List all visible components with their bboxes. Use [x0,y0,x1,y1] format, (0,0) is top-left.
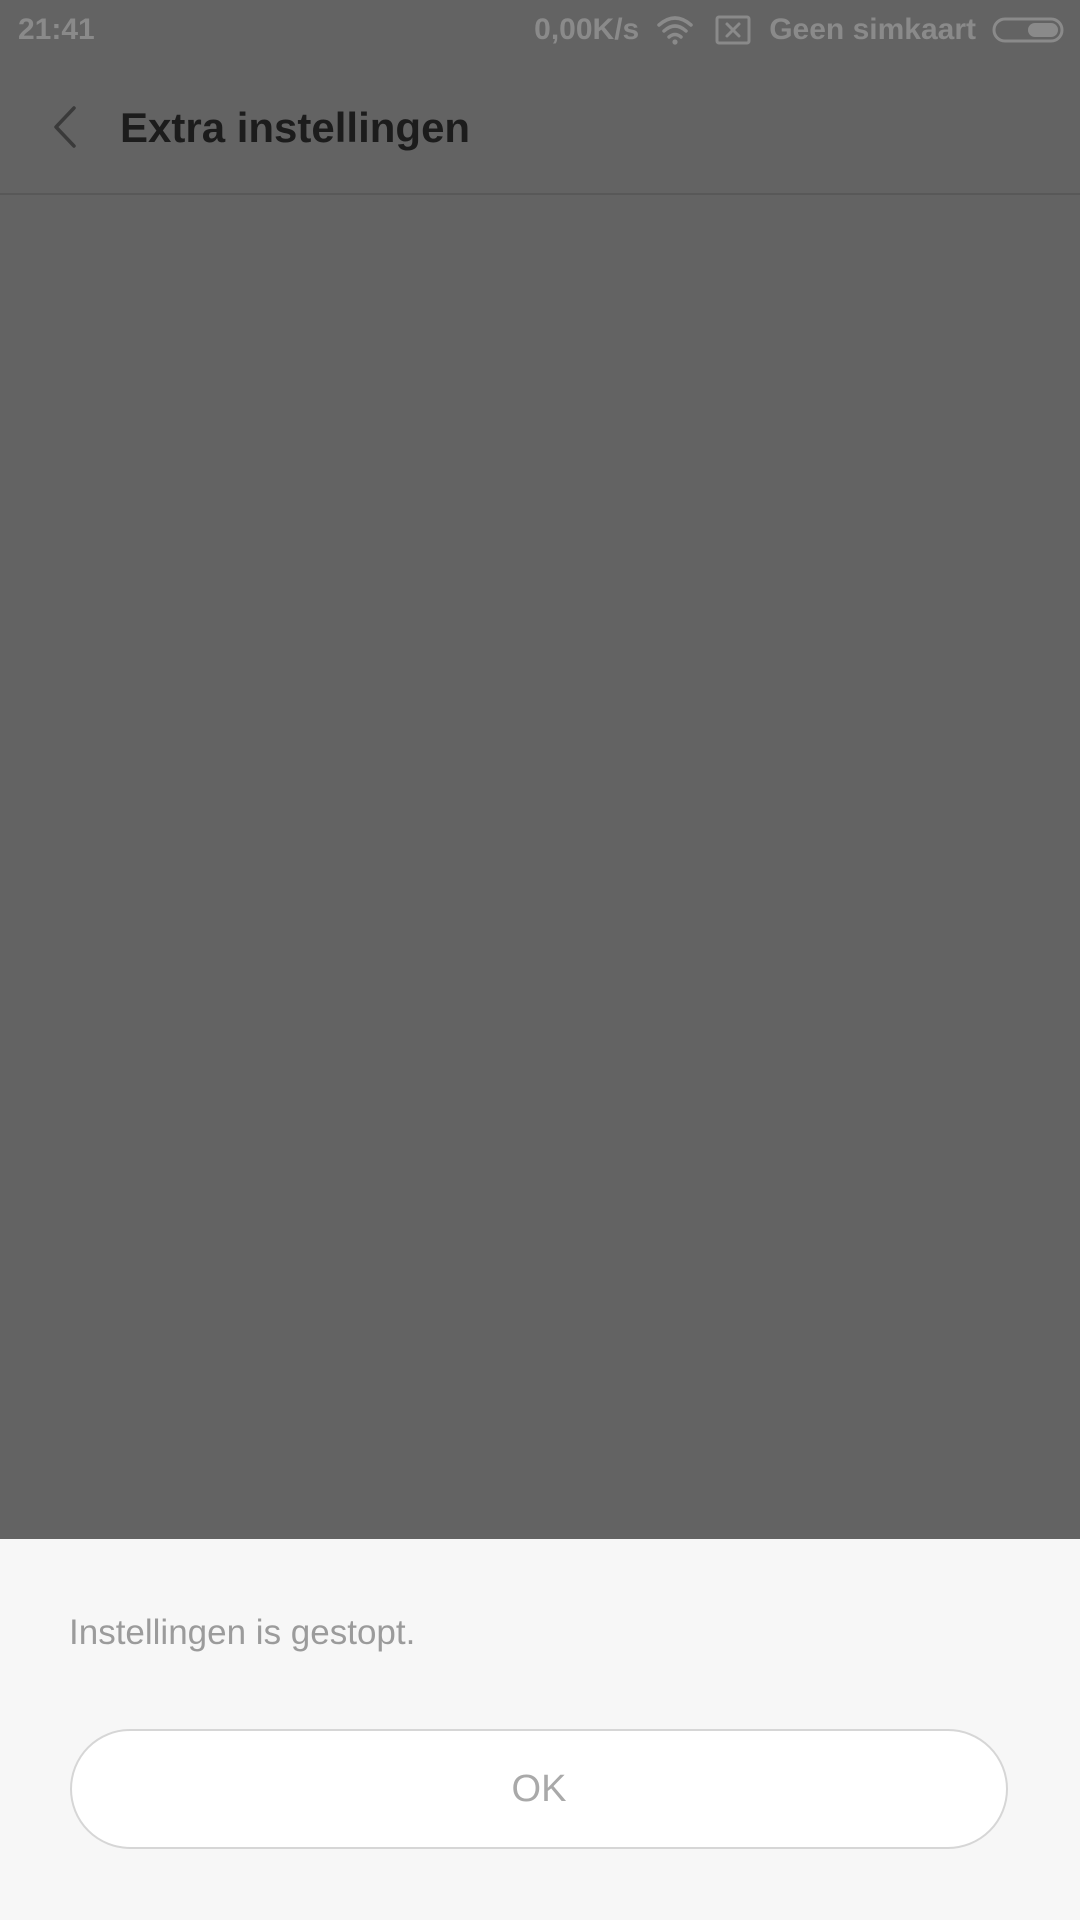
status-time: 21:41 [18,13,95,46]
page-title: Extra instellingen [120,104,471,151]
status-icons: 0,00K/s Geen simkaart [534,11,1064,49]
no-sim-icon [715,15,751,45]
status-bar: 21:41 0,00K/s Geen simkaart [0,0,1080,62]
crash-dialog: Instellingen is gestopt. OK [0,1539,1080,1920]
screen: 21:41 0,00K/s Geen simkaart Extra instel… [0,0,1080,1920]
back-icon[interactable] [46,102,86,152]
battery-icon [992,16,1064,44]
dialog-message: Instellingen is gestopt. [69,1613,416,1652]
network-speed: 0,00K/s [534,13,640,46]
carrier-label: Geen simkaart [769,13,976,46]
app-bar: Extra instellingen [0,62,1080,195]
wifi-icon [657,15,693,45]
ok-button[interactable]: OK [70,1729,1008,1849]
